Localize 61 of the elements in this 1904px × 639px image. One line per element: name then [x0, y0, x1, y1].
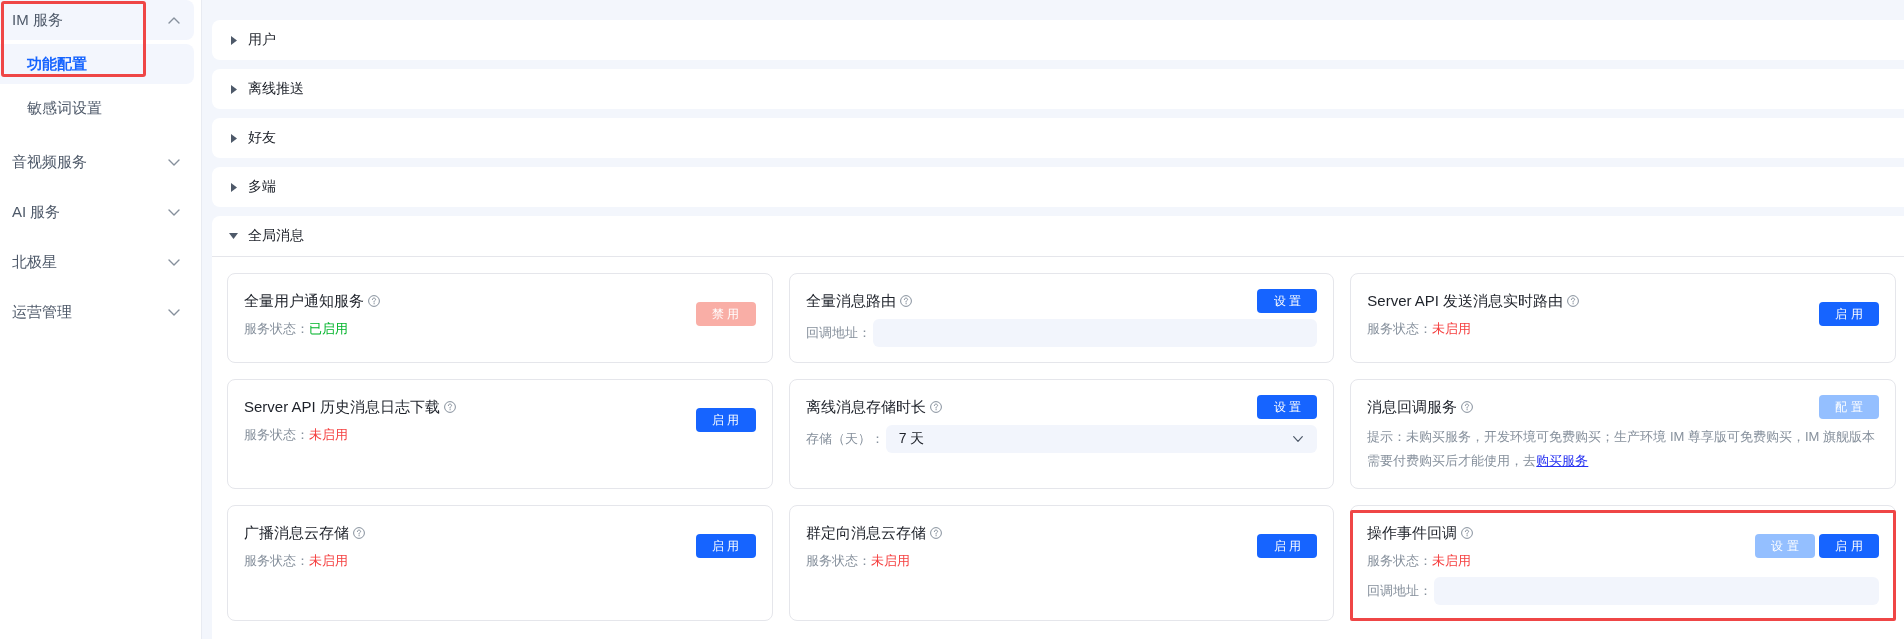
status-label: 服务状态：	[1367, 320, 1433, 338]
chevron-down-icon	[168, 208, 180, 216]
status-label: 服务状态：	[244, 426, 309, 444]
sidebar-item[interactable]: 敏感词设置	[0, 88, 194, 128]
card-title: 全量用户通知服务	[244, 291, 364, 311]
section-header[interactable]: 全局消息	[212, 216, 1904, 256]
field-label: 回调地址：	[805, 324, 871, 342]
help-icon[interactable]	[353, 527, 365, 539]
status-label: 服务状态：	[805, 552, 871, 570]
action-button[interactable]: 启 用	[695, 408, 756, 432]
status-label: 服务状态：	[244, 320, 309, 338]
buy-service-link[interactable]: 购买服务	[1536, 453, 1589, 468]
sidebar-group[interactable]: AI 服务	[0, 192, 194, 232]
section-header[interactable]: 离线推送	[212, 69, 1904, 109]
help-icon[interactable]	[929, 527, 942, 539]
card-title: 全量消息路由	[805, 291, 896, 311]
help-icon[interactable]	[1461, 527, 1474, 539]
status-value: 未启用	[1432, 552, 1472, 570]
card-title: 广播消息云存储	[244, 523, 349, 543]
chevron-down-icon	[168, 158, 180, 166]
status-value: 未启用	[309, 552, 348, 570]
help-icon[interactable]	[1461, 401, 1474, 413]
field-label: 回调地址：	[1367, 582, 1433, 600]
action-button[interactable]: 设 置	[1257, 395, 1318, 419]
card-title: Server API 发送消息实时路由	[1367, 291, 1564, 311]
status-value: 已启用	[309, 320, 348, 338]
sidebar-group[interactable]: 运营管理	[0, 292, 194, 332]
help-icon[interactable]	[443, 401, 456, 413]
help-icon[interactable]	[929, 401, 942, 413]
status-value: 未启用	[870, 552, 910, 570]
section-header[interactable]: 多端	[212, 167, 1904, 207]
action-button[interactable]: 启 用	[695, 534, 756, 558]
help-icon[interactable]	[899, 295, 912, 307]
chevron-up-icon	[168, 16, 180, 24]
action-button[interactable]: 启 用	[1819, 302, 1879, 326]
help-icon[interactable]	[368, 295, 380, 307]
section-header[interactable]: 好友	[212, 118, 1904, 158]
card-title: Server API 历史消息日志下载	[244, 397, 440, 417]
help-icon[interactable]	[1567, 295, 1580, 307]
field-label: 存储（天）：	[805, 430, 884, 448]
status-value: 未启用	[309, 426, 348, 444]
card-title: 离线消息存储时长	[805, 397, 926, 417]
chevron-down-icon	[168, 308, 180, 316]
action-button[interactable]: 启 用	[1257, 534, 1318, 558]
action-button[interactable]: 启 用	[1819, 534, 1879, 558]
card-title: 操作事件回调	[1367, 523, 1458, 543]
chevron-down-icon	[168, 258, 180, 266]
action-button[interactable]: 设 置	[1257, 289, 1318, 313]
card-title: 消息回调服务	[1367, 397, 1458, 417]
card-title: 群定向消息云存储	[805, 523, 926, 543]
status-value: 未启用	[1432, 320, 1472, 338]
sidebar-group[interactable]: 北极星	[0, 242, 194, 282]
sidebar-group[interactable]: 音视频服务	[0, 142, 194, 182]
select-field[interactable]: 7 天	[885, 425, 1318, 453]
section-header[interactable]: 用户	[212, 20, 1904, 60]
status-label: 服务状态：	[244, 552, 309, 570]
sidebar-item[interactable]: 功能配置	[0, 44, 194, 84]
status-label: 服务状态：	[1367, 552, 1433, 570]
notice-text: 提示：未购买服务，开发环境可免费购买；生产环境 IM 尊享版可免费购买，IM 旗舰版本需要付费购买后才能使用，去购买服务	[1367, 428, 1877, 470]
sidebar-group[interactable]: IM 服务	[0, 0, 194, 40]
chevron-down-icon	[1293, 436, 1304, 442]
